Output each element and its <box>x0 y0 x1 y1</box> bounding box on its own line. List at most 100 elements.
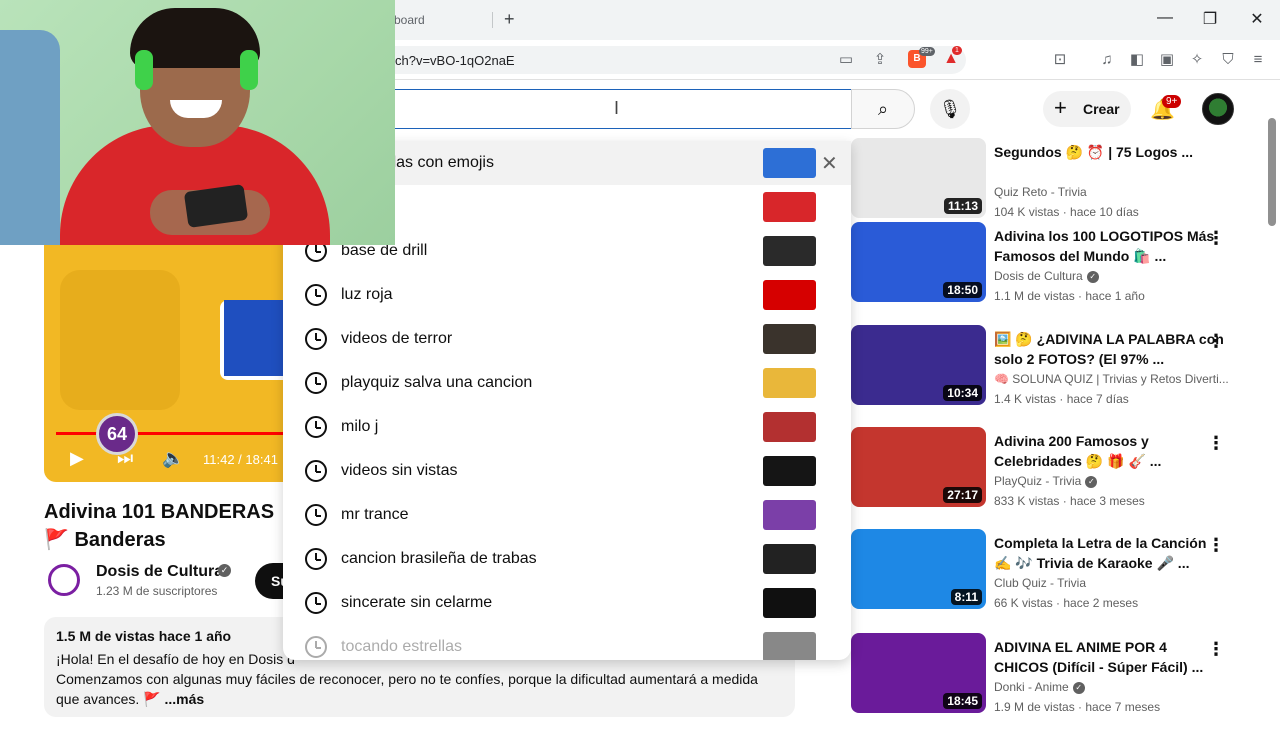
subscribe-button[interactable]: Su <box>255 563 285 599</box>
description-meta: 1.5 M de vistas hace 1 año <box>56 628 232 644</box>
time-display: 11:42 / 18:41 <box>203 452 278 467</box>
channel-name[interactable]: 🧠 SOLUNA QUIZ | Trivias y Retos Diverti.… <box>994 372 1229 386</box>
video-duration: 8:11 <box>950 589 982 605</box>
scrollbar[interactable] <box>1268 118 1276 226</box>
close-window-icon[interactable]: ✕ <box>1247 9 1267 29</box>
suggestion-thumbnail <box>763 588 816 618</box>
channel-name-text: Club Quiz - Trivia <box>994 576 1087 590</box>
video-title[interactable]: ADIVINA EL ANIME POR 4 CHICOS (Difícil -… <box>994 637 1224 677</box>
video-thumbnail[interactable]: 18:45 <box>851 633 986 713</box>
video-title[interactable]: Segundos 🤔 ⏰ | 75 Logos ... <box>994 142 1224 162</box>
next-icon[interactable]: ⏭ <box>117 448 133 469</box>
more-options-icon[interactable]: ⋮ <box>1207 331 1225 352</box>
remove-suggestion-icon[interactable]: ✕ <box>821 151 838 176</box>
cast-icon[interactable]: ▭ <box>836 50 856 70</box>
suggestion-thumbnail <box>763 544 816 574</box>
history-icon <box>305 416 327 438</box>
video-thumbnail[interactable]: 18:50 <box>851 222 986 302</box>
history-icon <box>305 284 327 306</box>
suggestion-item[interactable]: playquiz salva una cancion <box>283 361 851 405</box>
suggestion-item[interactable]: milo j <box>283 405 851 449</box>
recommended-video[interactable]: 11:13 Segundos 🤔 ⏰ | 75 Logos ... Quiz Ret… <box>819 138 1279 234</box>
sidebar-icon[interactable]: ◧ <box>1127 50 1147 70</box>
channel-name[interactable]: Quiz Reto - Trivia <box>994 185 1229 199</box>
video-title[interactable]: Adivina 200 Famosos y Celebridades 🤔 🎁 🎸… <box>994 431 1224 471</box>
video-meta: 1.1 M de vistas · hace 1 año <box>994 289 1145 303</box>
maximize-icon[interactable]: ❐ <box>1200 9 1220 29</box>
suggestion-text: tocando estrellas <box>341 638 462 655</box>
history-icon <box>305 504 327 526</box>
suggestion-item[interactable]: tocando estrellas <box>283 625 851 660</box>
wallet-icon[interactable]: ▣ <box>1157 50 1177 70</box>
new-tab-icon[interactable]: + <box>504 9 515 30</box>
history-icon <box>305 460 327 482</box>
more-options-icon[interactable]: ⋮ <box>1207 433 1225 454</box>
brave-shield-count: 99+ <box>919 47 935 56</box>
video-duration: 27:17 <box>943 487 982 503</box>
url-text[interactable]: ch?v=vBO-1qO2naE <box>395 53 515 68</box>
channel-name[interactable]: Donki - Anime ✓ <box>994 680 1229 694</box>
recommended-video[interactable]: 18:45 ADIVINA EL ANIME POR 4 CHICOS (Difí… <box>819 633 1279 729</box>
recommended-video[interactable]: 8:11 Completa la Letra de la Canción ✍️ 🎶… <box>819 529 1279 625</box>
minimize-icon[interactable]: — <box>1155 9 1175 27</box>
tab-title[interactable]: board <box>394 13 425 27</box>
suggestion-item[interactable]: mr trance <box>283 493 851 537</box>
video-thumbnail[interactable]: 10:34 <box>851 325 986 405</box>
video-meta: 104 K vistas · hace 10 días <box>994 205 1139 219</box>
volume-icon[interactable]: 🔈 <box>162 448 184 469</box>
video-thumbnail[interactable]: 11:13 <box>851 138 986 218</box>
voice-search-button[interactable]: 🎙 <box>930 89 970 129</box>
create-label[interactable]: Crear <box>1083 101 1120 117</box>
show-more-link[interactable]: ...más <box>165 691 205 707</box>
video-duration: 18:45 <box>943 693 982 709</box>
plus-icon: + <box>1054 95 1067 120</box>
suggestion-text: playquiz salva una cancion <box>341 374 533 391</box>
video-title[interactable]: Completa la Letra de la Canción ✍️ 🎶 Tri… <box>994 533 1224 573</box>
channel-avatar[interactable] <box>48 564 80 596</box>
more-options-icon[interactable]: ⋮ <box>1207 228 1225 249</box>
recommended-video[interactable]: 10:34 🖼️ 🤔 ¿ADIVINA LA PALABRA con solo 2… <box>819 325 1279 421</box>
video-title[interactable]: Adivina los 100 LOGOTIPOS Más Famosos de… <box>994 226 1224 266</box>
video-thumbnail[interactable]: 8:11 <box>851 529 986 609</box>
leo-icon[interactable]: ✧ <box>1187 50 1207 70</box>
suggestion-item[interactable]: videos de terror <box>283 317 851 361</box>
more-options-icon[interactable]: ⋮ <box>1207 535 1225 556</box>
avatar[interactable] <box>1202 93 1234 125</box>
progress-fill <box>56 432 284 435</box>
channel-name-text: PlayQuiz - Trivia <box>994 474 1082 488</box>
history-icon <box>305 548 327 570</box>
channel-name[interactable]: Club Quiz - Trivia <box>994 576 1229 590</box>
video-title[interactable]: 🖼️ 🤔 ¿ADIVINA LA PALABRA con solo 2 FOTO… <box>994 329 1224 369</box>
verified-icon: ✓ <box>1085 475 1098 488</box>
play-icon[interactable]: ▶ <box>70 448 84 469</box>
video-meta: 833 K vistas · hace 3 meses <box>994 494 1145 508</box>
player-artwork <box>60 270 180 410</box>
suggestion-thumbnail <box>763 236 816 266</box>
video-meta: 1.9 M de vistas · hace 7 meses <box>994 700 1161 714</box>
channel-name[interactable]: Dosis de Cultura <box>96 563 223 581</box>
suggestion-item[interactable]: cancion brasileña de trabas <box>283 537 851 581</box>
reader-icon[interactable]: ⊡ <box>1050 50 1070 70</box>
video-thumbnail[interactable]: 27:17 <box>851 427 986 507</box>
channel-name[interactable]: PlayQuiz - Trivia ✓ <box>994 474 1229 488</box>
search-button[interactable]: ⌕ <box>851 89 915 129</box>
channel-name-text: 🧠 SOLUNA QUIZ | Trivias y Retos Diverti.… <box>994 372 1229 386</box>
menu-icon[interactable]: ≡ <box>1248 50 1268 70</box>
recommended-video[interactable]: 27:17 Adivina 200 Famosos y Celebridades … <box>819 427 1279 523</box>
channel-name-text: Quiz Reto - Trivia <box>994 185 1087 199</box>
suggestion-item[interactable]: videos sin vistas <box>283 449 851 493</box>
channel-name[interactable]: Dosis de Cultura ✓ <box>994 269 1229 283</box>
suggestion-thumbnail <box>763 456 816 486</box>
media-icon[interactable]: ♫ <box>1097 50 1117 70</box>
tab-separator <box>492 12 493 28</box>
verified-icon: ✓ <box>218 564 231 577</box>
recommended-video[interactable]: 18:50 Adivina los 100 LOGOTIPOS Más Famos… <box>819 222 1279 318</box>
vpn-icon[interactable]: ⛉ <box>1218 50 1238 70</box>
more-options-icon[interactable]: ⋮ <box>1207 639 1225 660</box>
search-icon: ⌕ <box>877 99 889 119</box>
video-title: Adivina 101 BANDERAS 🚩 Banderas <box>44 501 275 551</box>
suggestion-item[interactable]: luz roja <box>283 273 851 317</box>
webcam-overlay <box>0 0 395 245</box>
share-icon[interactable]: ⇪ <box>870 50 890 70</box>
suggestion-item[interactable]: sincerate sin celarme <box>283 581 851 625</box>
